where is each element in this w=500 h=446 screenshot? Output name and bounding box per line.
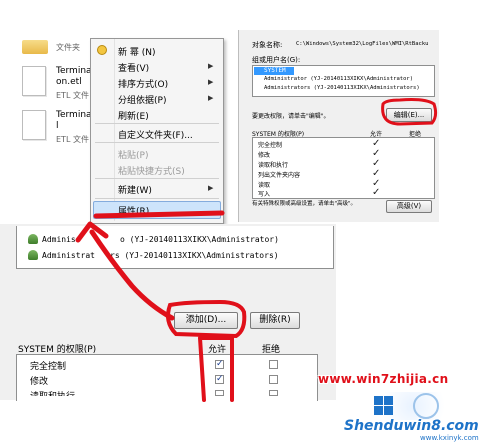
allow-column-box [198, 336, 234, 402]
add-button-circle [166, 299, 247, 339]
site-watermark: www.win7zhijia.cn [318, 372, 449, 386]
windows-flag-icon [374, 393, 439, 419]
logo-watermark: Shenduwin8.com [344, 418, 479, 434]
arrow-shaft [89, 229, 175, 321]
sub-watermark: www.kxinyk.com [420, 434, 479, 442]
win7-logo [370, 392, 456, 420]
properties-underline [93, 210, 225, 219]
edit-button-circle [381, 98, 438, 126]
